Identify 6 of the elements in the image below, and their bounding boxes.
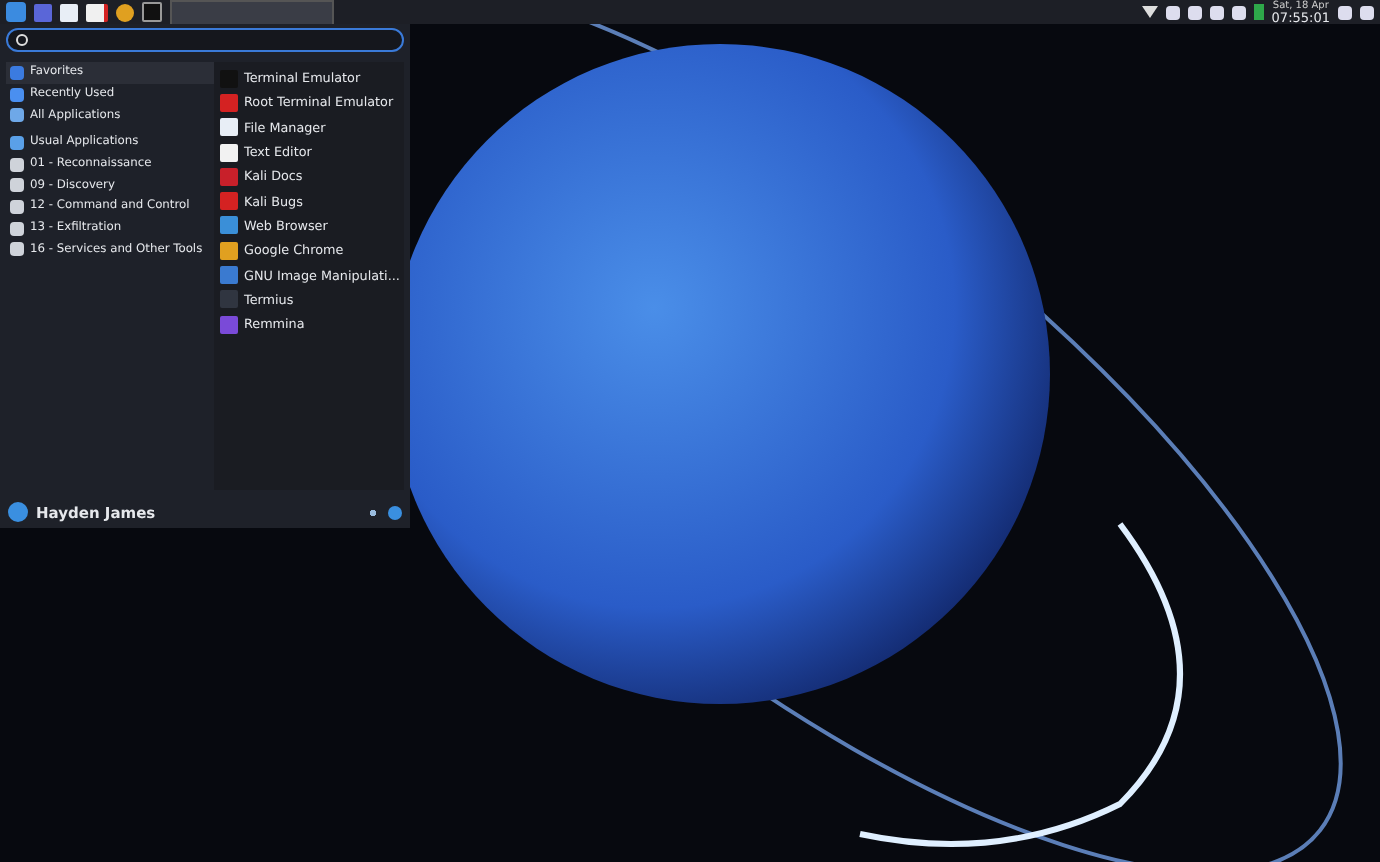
search-field[interactable] <box>6 28 404 52</box>
avatar-icon <box>8 502 28 522</box>
battery-icon <box>1253 4 1264 20</box>
window-icon[interactable] <box>34 3 52 21</box>
workspace-switcher[interactable] <box>170 0 334 25</box>
terminal-icon[interactable] <box>142 2 162 22</box>
